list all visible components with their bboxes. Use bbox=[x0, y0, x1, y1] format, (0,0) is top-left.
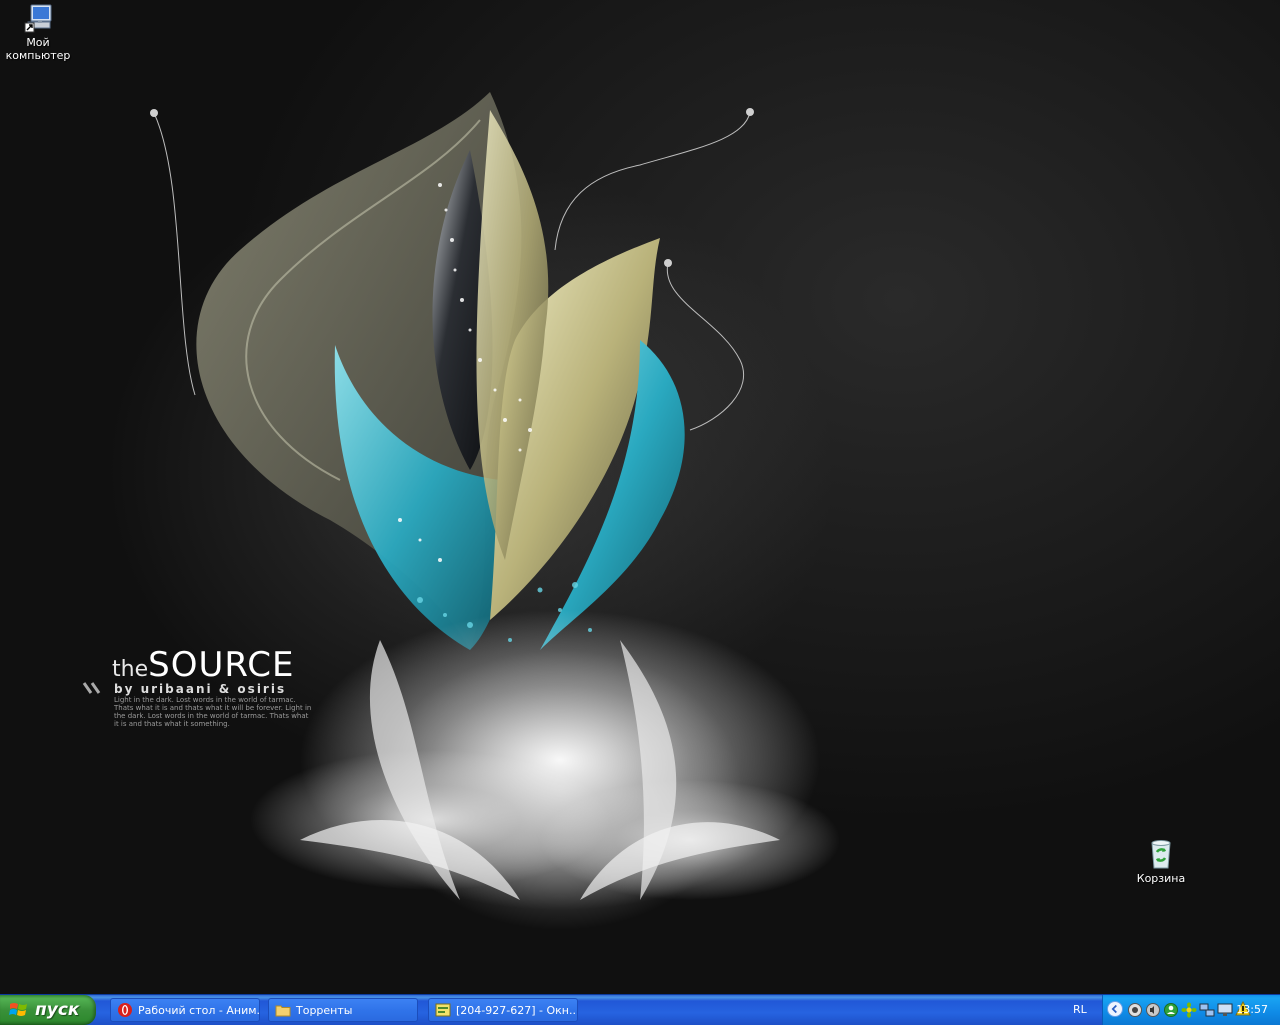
start-button[interactable]: пуск bbox=[0, 995, 96, 1025]
wallpaper-brand: the SOURCE by uribaani & osiris Light in… bbox=[78, 648, 338, 728]
wallpaper-title-source: SOURCE bbox=[148, 645, 295, 685]
desktop-icon-label: компьютер bbox=[5, 49, 71, 62]
network-icon[interactable] bbox=[1127, 1002, 1143, 1018]
desktop-icon-my-computer[interactable]: Мой компьютер bbox=[0, 2, 76, 62]
desktop-icon-label: Мой bbox=[26, 36, 50, 49]
desktop-icon-recycle-bin[interactable]: Корзина bbox=[1123, 838, 1199, 885]
sound-icon[interactable] bbox=[1145, 1002, 1161, 1018]
taskbar-button-label: Торренты bbox=[296, 1003, 353, 1017]
recycle-bin-icon bbox=[1151, 840, 1171, 869]
taskbar-button-desktop-opera[interactable]: Рабочий стол - Аним... bbox=[110, 998, 260, 1022]
messenger-icon[interactable] bbox=[1163, 1002, 1179, 1018]
desktop[interactable]: Мой компьютер Корзина the SOURCE by urib… bbox=[0, 0, 1280, 994]
desktop-icon-label: Корзина bbox=[1136, 872, 1186, 885]
wallpaper-artwork bbox=[150, 92, 840, 910]
taskbar-button-label: Рабочий стол - Аним... bbox=[138, 1003, 260, 1017]
monitor-icon[interactable] bbox=[1217, 1002, 1233, 1018]
language-indicator[interactable]: RL bbox=[1073, 1003, 1087, 1016]
opera-icon bbox=[118, 1003, 132, 1017]
chat-window-icon bbox=[435, 1003, 451, 1017]
slash-marks-icon bbox=[82, 682, 101, 694]
folder-icon bbox=[275, 1005, 291, 1017]
wallpaper-title-the: the bbox=[112, 657, 149, 682]
network-connection-icon[interactable] bbox=[1199, 1002, 1215, 1018]
my-computer-icon bbox=[24, 4, 52, 33]
clock[interactable]: 13:57 bbox=[1236, 1003, 1268, 1016]
system-tray: RL 13:57 bbox=[1073, 995, 1280, 1025]
windows-logo-icon bbox=[9, 1003, 27, 1016]
start-label: пуск bbox=[35, 1000, 80, 1020]
icq-icon[interactable] bbox=[1181, 1002, 1197, 1018]
wallpaper-byline: by uribaani & osiris bbox=[114, 682, 287, 696]
taskbar-button-chat-window[interactable]: [204-927-627] - Окн... bbox=[428, 998, 578, 1022]
taskbar-button-label: [204-927-627] - Окн... bbox=[456, 1003, 578, 1017]
expand-tray-icon[interactable] bbox=[1107, 1001, 1123, 1017]
wallpaper-tagline: Light in the dark. Lost words in the wor… bbox=[114, 696, 312, 728]
taskbar: пуск Рабочий стол - Аним... Торренты [20… bbox=[0, 994, 1280, 1025]
taskbar-button-torrents[interactable]: Торренты bbox=[268, 998, 418, 1022]
